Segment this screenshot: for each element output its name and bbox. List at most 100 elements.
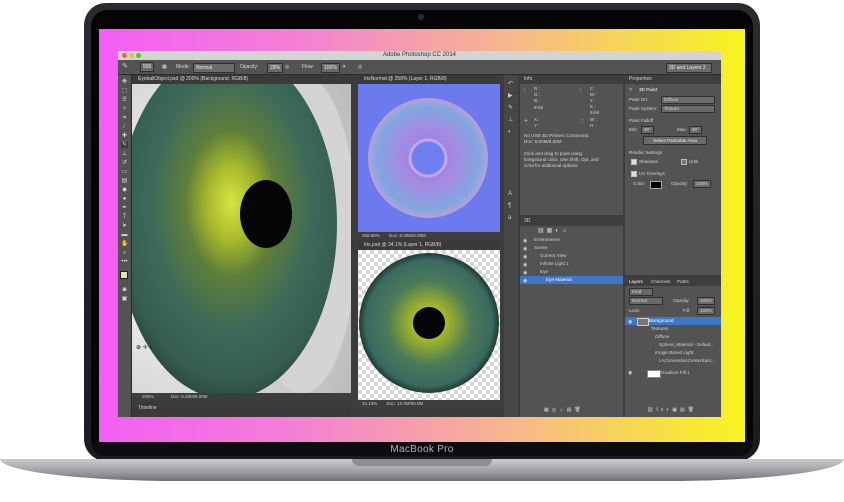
canvas[interactable]: ⊕ ✛ ↕ (132, 84, 351, 393)
layer-image-based-light[interactable]: Image Based Light (625, 349, 721, 357)
marquee-tool-icon[interactable]: ⬚ (121, 88, 128, 94)
brush-size-picker[interactable]: 500 (140, 62, 155, 72)
healing-tool-icon[interactable]: ✚ (121, 133, 128, 139)
3d-bottom-icons[interactable]: ▦◎☼▤🗑 (544, 407, 584, 413)
adjustments-icon[interactable]: ◐ (508, 129, 512, 136)
select-paintable-area-button[interactable]: Select Paintable Area (643, 136, 707, 145)
uv-opacity-input[interactable]: 100% (693, 180, 711, 188)
gradient-tool-icon[interactable]: ▤ (121, 178, 128, 184)
scene-item-eye[interactable]: Eye (520, 268, 623, 276)
layer-sphere-material[interactable]: Sphere_Material - Defaul... (625, 341, 721, 349)
tab-layers[interactable]: Layers (629, 279, 643, 285)
tab-paths[interactable]: Paths (677, 279, 689, 285)
document-tab[interactable]: EyeballObject.psd @ 200% (Background, RG… (132, 75, 351, 84)
history-brush-tool-icon[interactable]: ↺ (121, 160, 128, 166)
gradient-visibility-icon[interactable]: ◉ (628, 370, 632, 376)
fill-input[interactable]: 100% (697, 307, 715, 315)
blur-tool-icon[interactable]: ◆ (121, 187, 128, 193)
uv-color-swatch[interactable] (650, 181, 662, 189)
eyedropper-tool-icon[interactable]: ⁄ (121, 124, 128, 130)
brush-presets-icon[interactable]: ✎ (508, 105, 513, 112)
flow-input[interactable]: 100% (321, 63, 340, 73)
clone-source-icon[interactable]: ⊥ (508, 117, 513, 124)
layers-bottom-icons[interactable]: ⛓fx◐▣▤🗑 (647, 407, 697, 413)
app-title: Adobe Photoshop CC 2014 (382, 52, 457, 58)
paragraph-icon[interactable]: ¶ (508, 203, 511, 210)
shape-tool-icon[interactable]: ▬ (121, 232, 128, 238)
airbrush-icon[interactable]: ✈ (342, 63, 346, 71)
layer-textures[interactable]: Textures (625, 325, 721, 333)
scene-item-eye-material[interactable]: Eye Material (520, 276, 623, 284)
character-icon[interactable]: A (508, 191, 512, 198)
dodge-tool-icon[interactable]: ● (121, 196, 128, 202)
minimize-window-button[interactable] (129, 53, 134, 58)
type-tool-icon[interactable]: T (121, 214, 128, 220)
min-input[interactable]: 90° (641, 126, 654, 134)
pressure-opacity-icon[interactable]: ◎ (285, 63, 289, 71)
more-tools-icon[interactable]: ••• (121, 259, 128, 265)
quick-select-tool-icon[interactable]: ✧ (121, 106, 128, 112)
canvas[interactable] (358, 250, 500, 400)
scene-item-infinite-light[interactable]: Infinite Light 1 (520, 260, 623, 268)
layer-visibility-icons[interactable]: ◉ (628, 318, 632, 326)
pressure-size-icon[interactable]: ◎ (358, 63, 362, 71)
lasso-tool-icon[interactable]: ᘓ (121, 97, 128, 103)
move-tool-icon[interactable]: ✥ (121, 79, 128, 85)
actions-icon[interactable]: ▶ (508, 93, 513, 100)
path-select-tool-icon[interactable]: ➤ (121, 223, 128, 229)
close-window-button[interactable] (122, 53, 127, 58)
visibility-eye-icons[interactable]: ◉ ◉ ◉ ◉ ◉ ◉ (523, 237, 527, 285)
document-tab[interactable]: Iris.psd @ 34.1% (Layer 1, RGB/8) (358, 241, 500, 250)
crop-tool-icon[interactable]: ⌗ (121, 115, 128, 121)
mode-select[interactable]: Normal (193, 63, 235, 73)
layer-laconvention[interactable]: LAConventionCenterEast... (625, 357, 721, 365)
paint-on-select[interactable]: Diffuse (661, 96, 715, 104)
scene-item-environment[interactable]: Environment (520, 236, 623, 244)
max-label: Max: (677, 127, 687, 132)
tab-channels[interactable]: Channels (651, 279, 670, 285)
opacity-input[interactable]: 28% (267, 63, 284, 73)
scene-item-scene[interactable]: Scene (520, 244, 623, 252)
history-icon[interactable]: ↶ (508, 81, 513, 88)
document-tab[interactable]: IrisNormal @ 258% (Layer 1, RGB/8) (358, 75, 500, 84)
document-status-bar: 34.13% Doc: 12.0M/96.0M (358, 400, 500, 407)
properties-tab[interactable]: Properties (625, 75, 721, 84)
zoom-readout: 34.13% (362, 401, 378, 406)
document-status-bar: 258.68% Doc: 6.00M/6.00M (358, 232, 500, 239)
3d-filter-icons[interactable]: ▤▦◐☼ (538, 227, 570, 234)
brush-tool-icon-active[interactable]: ✎ (121, 142, 128, 148)
foreground-color-swatch[interactable] (120, 271, 128, 279)
workspace-select[interactable]: 3D and Layers 2 (666, 63, 712, 73)
scene-item-current-view[interactable]: Current View (520, 252, 623, 260)
max-input[interactable]: 90° (689, 126, 702, 134)
hand-tool-icon[interactable]: ✋ (121, 241, 128, 247)
zoom-window-button[interactable] (136, 53, 141, 58)
layers-tab-bar: Layers Channels Paths (625, 277, 721, 286)
eraser-tool-icon[interactable]: ▭ (121, 169, 128, 175)
timeline-tab[interactable]: Timeline (138, 405, 157, 411)
layer-gradient-fill[interactable]: Gradient Fill 1 (625, 369, 721, 377)
3d-axis-widget[interactable]: ⊕ ✛ ↕ (136, 344, 152, 351)
shadows-checkbox[interactable]: Shadows (631, 159, 658, 165)
quick-mask-icon[interactable]: ◙ (121, 287, 128, 293)
stamp-tool-icon[interactable]: ⊥ (121, 151, 128, 157)
screen: Adobe Photoshop CC 2014 ✎ 500 ▦ Mode: No… (99, 29, 745, 442)
paint-system-select[interactable]: Texture (661, 105, 715, 113)
options-bar: ✎ 500 ▦ Mode: Normal Opacity: 28% ◎ Flow… (118, 60, 721, 75)
blend-mode-select[interactable]: Normal (629, 297, 663, 305)
brush-tool-icon[interactable]: ✎ (122, 63, 128, 71)
glyphs-icon[interactable]: a (508, 215, 511, 222)
layer-kind-filter[interactable]: Kind (629, 288, 653, 296)
brush-panel-icon[interactable]: ▦ (162, 63, 167, 71)
flow-label: Flow: (302, 64, 314, 70)
canvas[interactable] (358, 84, 500, 232)
layer-diffuse[interactable]: Diffuse (625, 333, 721, 341)
info-tab[interactable]: Info (520, 75, 623, 84)
screen-mode-icon[interactable]: ▣ (121, 296, 128, 302)
zoom-tool-icon[interactable]: ⌕ (121, 250, 128, 256)
unlit-checkbox[interactable]: Unlit (681, 159, 698, 165)
pen-tool-icon[interactable]: ✒ (121, 205, 128, 211)
uv-overlays-checkbox[interactable]: UV Overlays (631, 171, 665, 177)
layer-opacity-input[interactable]: 100% (697, 297, 715, 305)
3d-tab[interactable]: 3D (520, 217, 623, 226)
